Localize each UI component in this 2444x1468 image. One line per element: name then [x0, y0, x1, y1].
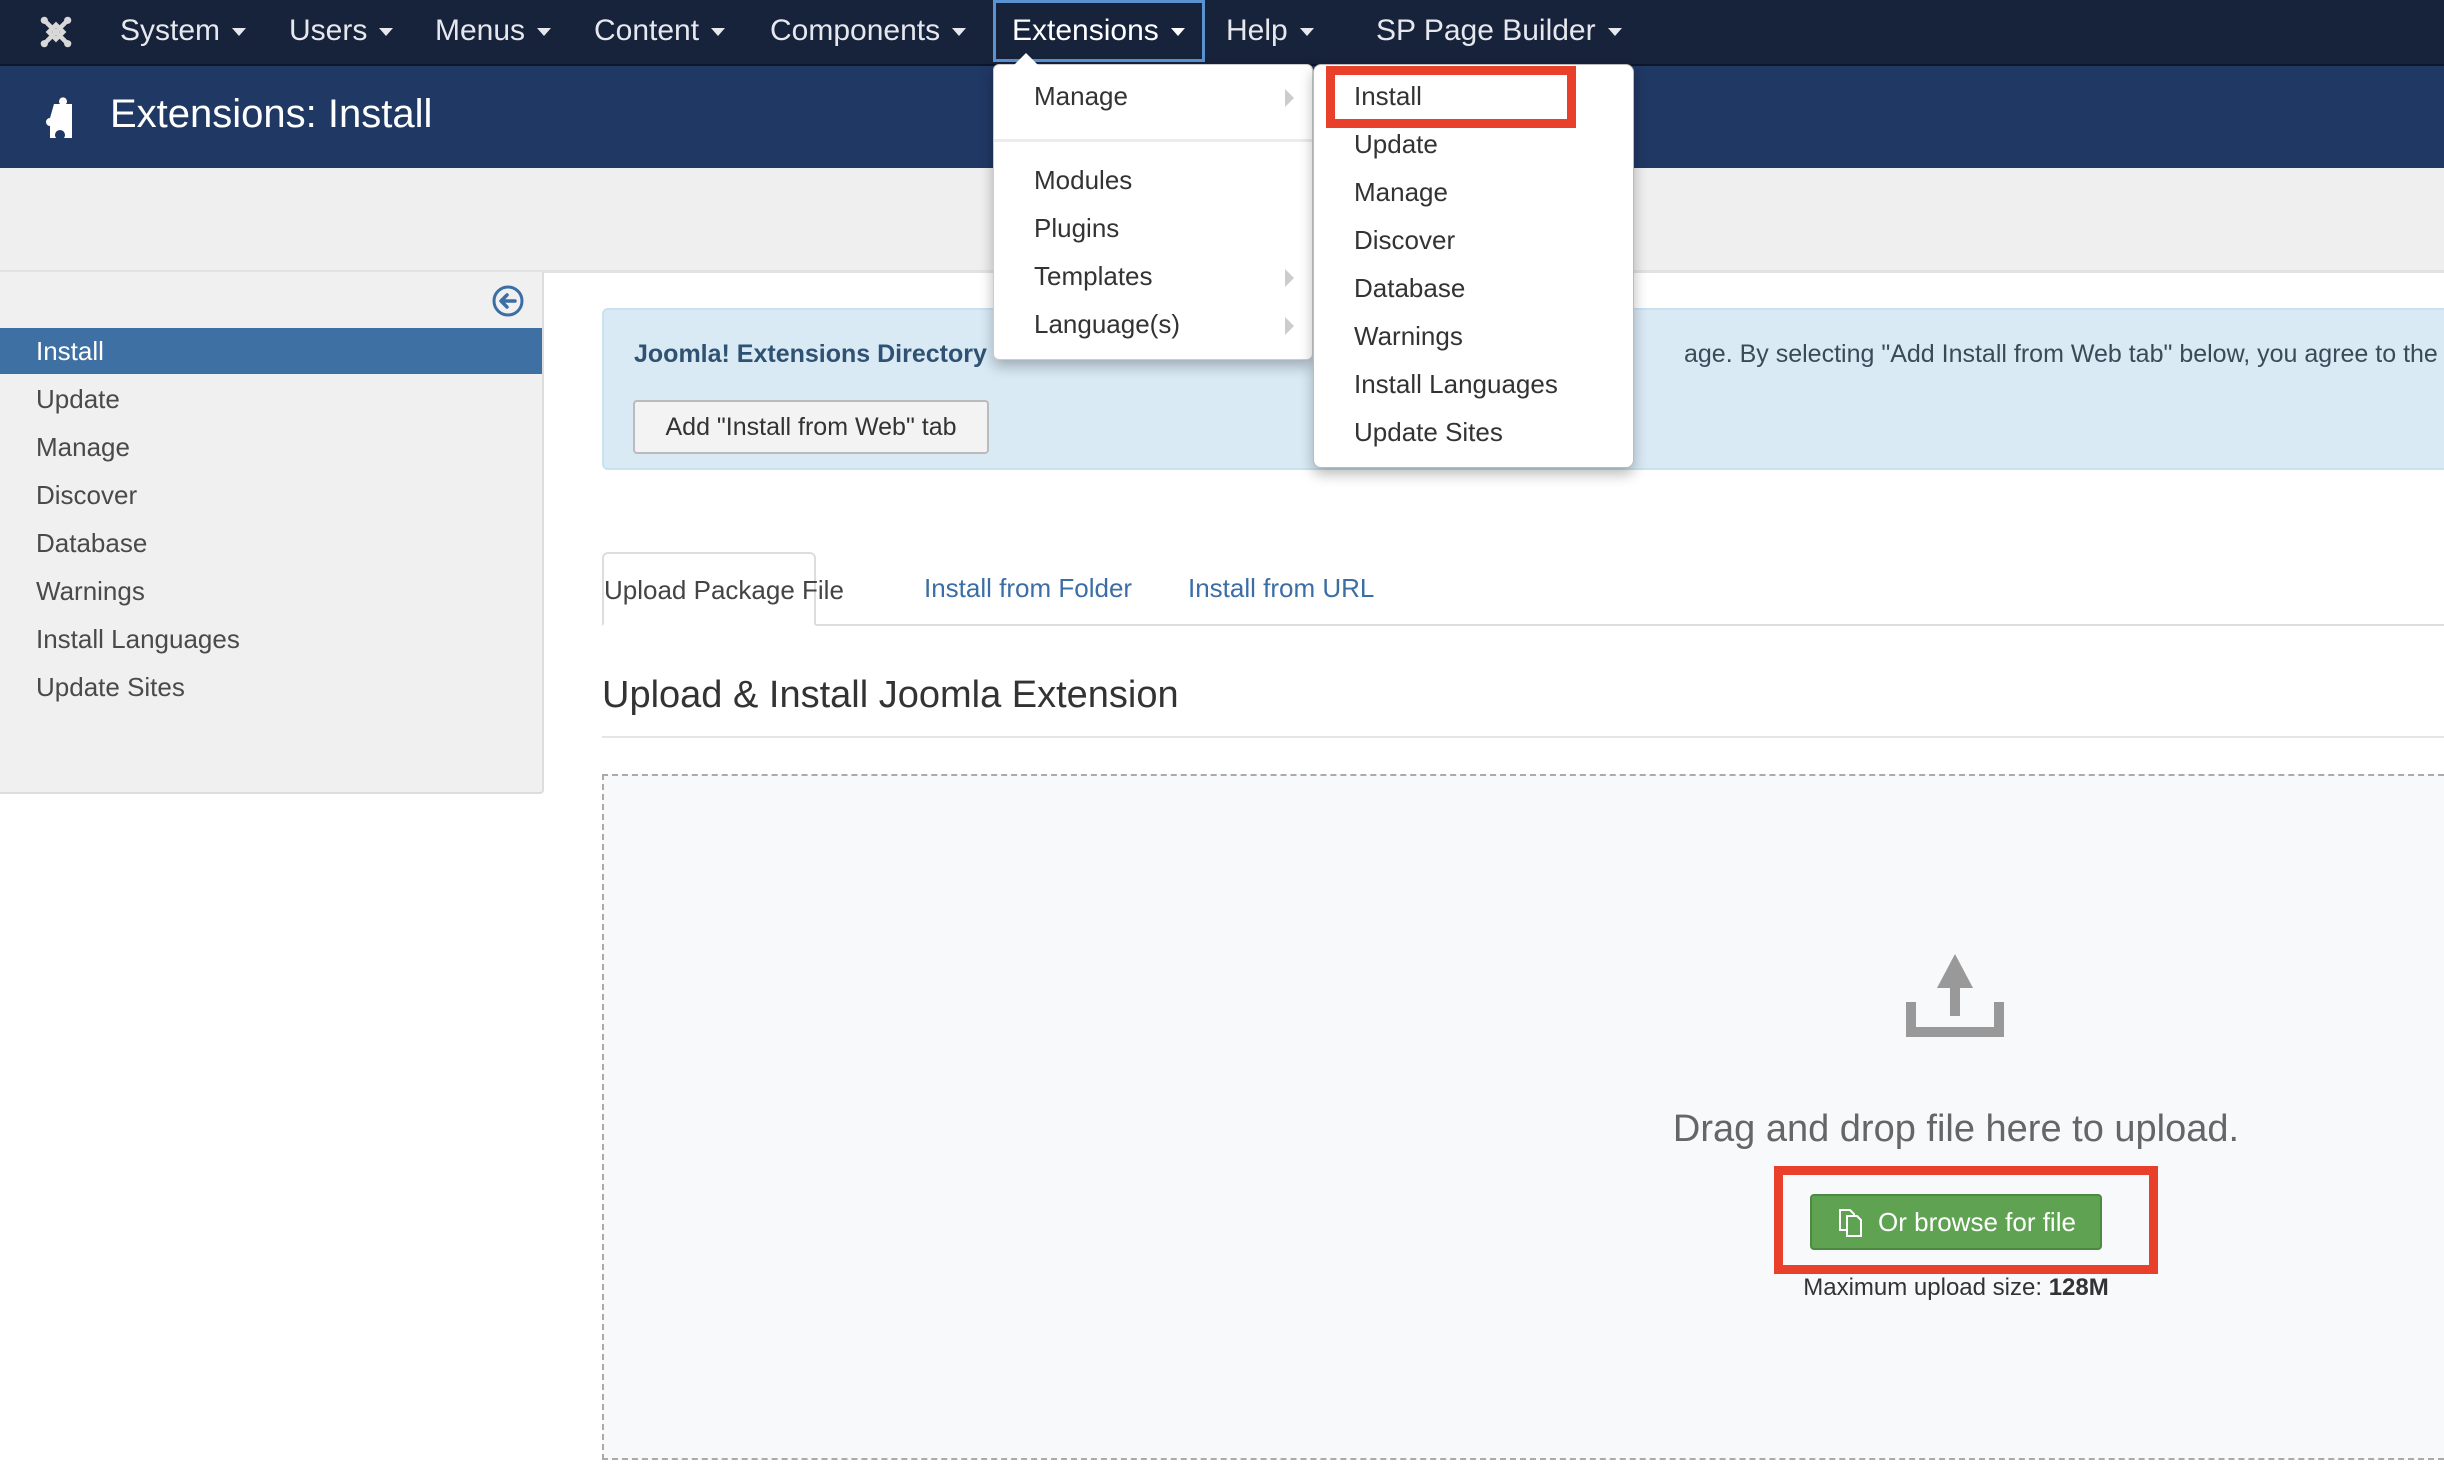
submenu-item-manage[interactable]: Manage	[1354, 177, 1448, 208]
caret-down-icon	[711, 28, 726, 37]
tab-upload-package-file[interactable]: Upload Package File	[602, 552, 844, 626]
max-upload-size: Maximum upload size: 128M	[1803, 1274, 2109, 1301]
caret-down-icon	[379, 28, 394, 37]
nav-content[interactable]: Content	[594, 0, 726, 62]
submenu-arrow-icon	[1285, 269, 1294, 287]
install-tabs: Upload Package File Install from Folder …	[602, 552, 2444, 626]
sidebar-item-manage[interactable]: Manage	[0, 424, 542, 470]
submenu-item-database[interactable]: Database	[1354, 273, 1465, 304]
drop-instruction: Drag and drop file here to upload.	[1672, 1108, 2240, 1150]
menu-item-manage[interactable]: Manage	[1034, 81, 1128, 112]
nav-components[interactable]: Components	[770, 0, 967, 62]
sidebar-item-update-sites[interactable]: Update Sites	[0, 664, 542, 710]
nav-help[interactable]: Help	[1226, 0, 1314, 62]
menu-item-languages[interactable]: Language(s)	[1034, 309, 1180, 340]
extensions-dropdown-menu: Manage Modules Plugins Templates Languag…	[993, 53, 1313, 360]
submenu-item-discover[interactable]: Discover	[1354, 225, 1455, 256]
highlight-box-install	[1326, 66, 1576, 128]
caret-down-icon	[1299, 28, 1314, 37]
tab-install-from-folder[interactable]: Install from Folder	[924, 552, 1132, 624]
arrow-left-circle-icon[interactable]	[491, 284, 525, 318]
sidebar-item-discover[interactable]: Discover	[0, 472, 542, 518]
section-title: Upload & Install Joomla Extension	[602, 674, 1179, 716]
tab-install-from-url[interactable]: Install from URL	[1188, 552, 1374, 624]
nav-menus[interactable]: Menus	[435, 0, 552, 62]
jed-banner-text: age. By selecting "Add Install from Web …	[1684, 340, 2444, 368]
sidebar-item-install-languages[interactable]: Install Languages	[0, 616, 542, 662]
sidebar-item-update[interactable]: Update	[0, 376, 542, 422]
nav-sp-page-builder[interactable]: SP Page Builder	[1376, 0, 1622, 62]
section-divider	[602, 736, 2444, 738]
sidebar-item-install[interactable]: Install	[0, 328, 542, 374]
submenu-arrow-icon	[1285, 317, 1294, 335]
menu-item-templates[interactable]: Templates	[1034, 261, 1153, 292]
caret-down-icon	[1607, 28, 1622, 37]
nav-system[interactable]: System	[120, 0, 247, 62]
submenu-arrow-icon	[1285, 89, 1294, 107]
add-install-from-web-button[interactable]: Add "Install from Web" tab	[633, 400, 989, 454]
menu-divider	[994, 139, 1312, 142]
top-navbar: System Users Menus Content Components Ex…	[0, 0, 2444, 66]
submenu-item-update-sites[interactable]: Update Sites	[1354, 417, 1503, 448]
nav-users[interactable]: Users	[289, 0, 394, 62]
max-upload-value: 128M	[2048, 1274, 2109, 1301]
highlight-box-browse	[1774, 1166, 2158, 1274]
menu-item-plugins[interactable]: Plugins	[1034, 213, 1119, 244]
puzzle-piece-icon	[46, 97, 72, 138]
submenu-item-install-languages[interactable]: Install Languages	[1354, 369, 1558, 400]
caret-down-icon	[1170, 28, 1185, 37]
jed-banner-title: Joomla! Extensions Directory	[634, 340, 987, 368]
sidebar-item-warnings[interactable]: Warnings	[0, 568, 542, 614]
submenu-item-warnings[interactable]: Warnings	[1354, 321, 1463, 352]
menu-item-modules[interactable]: Modules	[1034, 165, 1132, 196]
caret-down-icon	[232, 28, 247, 37]
caret-down-icon	[537, 28, 552, 37]
caret-down-icon	[952, 28, 967, 37]
sidebar-item-database[interactable]: Database	[0, 520, 542, 566]
page-title: Extensions: Install	[110, 92, 433, 136]
joomla-logo-icon[interactable]	[36, 14, 76, 50]
upload-icon	[1906, 954, 2004, 1037]
dropdown-arrow	[1014, 53, 1038, 65]
submenu-item-update[interactable]: Update	[1354, 129, 1438, 160]
